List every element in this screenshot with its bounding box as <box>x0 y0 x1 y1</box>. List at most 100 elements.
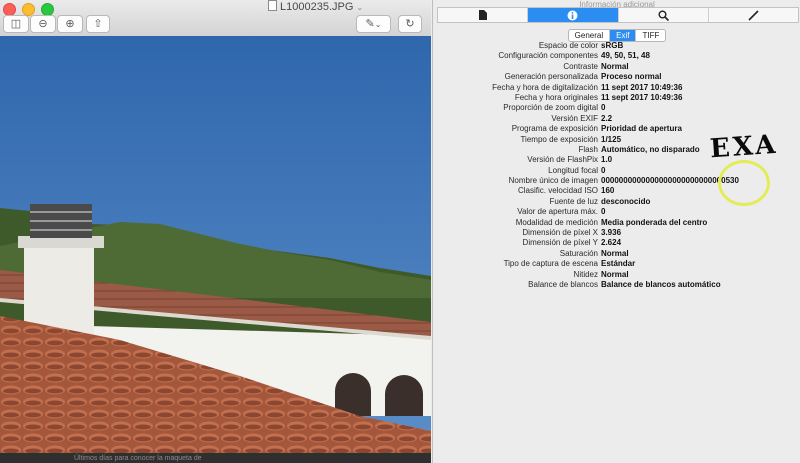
exif-value[interactable]: Estándar <box>601 259 635 269</box>
highlight-circle <box>718 160 770 206</box>
exif-row: Balance de blancos Balance de blancos aut… <box>433 280 800 290</box>
exif-label: Fecha y hora de digitalización <box>492 82 598 92</box>
zoom-in-button[interactable]: ⊕ <box>57 15 83 33</box>
segment-general[interactable]: General <box>569 30 611 41</box>
tab-keywords[interactable] <box>619 8 709 22</box>
rotate-button[interactable]: ↻ <box>398 15 422 33</box>
document-icon <box>268 0 277 11</box>
exif-label: Proporción de zoom digital <box>503 103 598 113</box>
zoom-out-button[interactable]: ⊖ <box>30 15 56 33</box>
exif-value[interactable]: 0 <box>601 207 605 217</box>
exif-value[interactable]: Proceso normal <box>601 72 661 82</box>
exif-value[interactable]: 49, 50, 51, 48 <box>601 51 650 61</box>
chevron-down-icon: ⌄ <box>374 20 382 29</box>
share-button[interactable]: ⇧ <box>86 15 110 33</box>
exif-row: Configuración componentes 49, 50, 51, 48 <box>433 51 800 61</box>
inspector-tabs <box>437 7 799 23</box>
exif-value[interactable]: 11 sept 2017 10:49:36 <box>601 83 682 93</box>
exif-value[interactable]: Media ponderada del centro <box>601 218 707 228</box>
exif-value[interactable]: 2.2 <box>601 114 612 124</box>
exif-label: Generación personalizada <box>504 72 598 82</box>
exif-value[interactable]: Normal <box>601 249 629 259</box>
exif-value[interactable]: Normal <box>601 62 629 72</box>
info-icon <box>567 10 578 20</box>
tab-more-info[interactable] <box>528 8 619 22</box>
exif-label: Flash <box>578 144 598 154</box>
document-title[interactable]: L1000235.JPG ⌄ <box>268 0 363 13</box>
exif-row: Fecha y hora originales 11 sept 2017 10:4… <box>433 93 800 103</box>
exif-row: Versión EXIF 2.2 <box>433 114 800 124</box>
exif-label: Dimensión de píxel Y <box>522 238 598 248</box>
exif-label: Longitud focal <box>548 165 598 175</box>
sidebar-icon: ◫ <box>10 18 22 30</box>
zoom-in-icon: ⊕ <box>65 18 75 30</box>
exif-label: Fecha y hora originales <box>514 92 598 102</box>
exif-value[interactable]: Automático, no disparado <box>601 145 700 155</box>
exif-label: Modalidad de medición <box>515 217 598 227</box>
exif-row: Generación personalizada Proceso normal <box>433 72 800 82</box>
exif-value[interactable]: desconocido <box>601 197 650 207</box>
exif-row: Saturación Normal <box>433 249 800 259</box>
chevron-down-icon: ⌄ <box>356 3 364 12</box>
exif-value[interactable]: 2.624 <box>601 238 621 248</box>
exif-row: Modalidad de medición Media ponderada del… <box>433 218 800 228</box>
exif-label: Tipo de captura de escena <box>503 259 598 269</box>
arched-window <box>385 375 423 416</box>
exif-row: Tipo de captura de escena Estándar <box>433 259 800 269</box>
exif-row: Proporción de zoom digital 0 <box>433 103 800 113</box>
exif-label: Programa de exposición <box>511 124 598 134</box>
exif-value[interactable]: Balance de blancos automático <box>601 280 721 290</box>
exif-label: Tiempo de exposición <box>520 134 598 144</box>
exif-label: Saturación <box>559 248 598 258</box>
exif-value[interactable]: 0 <box>601 103 605 113</box>
rotate-icon: ↻ <box>405 18 415 30</box>
zoom-out-icon: ⊖ <box>38 18 48 30</box>
exif-row: Fecha y hora de digitalización 11 sept 20… <box>433 83 800 93</box>
exif-label: Espacio de color <box>538 41 598 50</box>
pen-icon: ✎ <box>365 18 375 30</box>
search-icon <box>658 10 669 21</box>
exif-row: Valor de apertura máx. 0 <box>433 207 800 217</box>
exif-value[interactable]: Prioridad de apertura <box>601 124 682 134</box>
document-title-text: L1000235.JPG <box>280 1 354 13</box>
tab-annotations[interactable] <box>709 8 798 22</box>
photo <box>0 36 431 453</box>
exif-label: Balance de blancos <box>528 279 598 289</box>
share-icon: ⇧ <box>93 18 103 30</box>
exif-value[interactable]: 0 <box>601 166 605 176</box>
exif-label: Clasific. velocidad ISO <box>517 186 598 196</box>
exif-label: Contraste <box>563 61 598 71</box>
exif-label: Configuración componentes <box>498 51 598 61</box>
exif-value[interactable]: sRGB <box>601 41 623 51</box>
tab-general-info[interactable] <box>438 8 529 22</box>
exif-label: Versión EXIF <box>551 113 598 123</box>
exif-label: Versión de FlashPix <box>527 155 598 165</box>
exif-label: Fuente de luz <box>549 196 598 206</box>
document-icon <box>478 10 487 20</box>
inspector-panel: Información adicional General Exif TIFF … <box>432 0 800 463</box>
segment-exif[interactable]: Exif <box>610 30 637 41</box>
exif-row: Nitidez Normal <box>433 270 800 280</box>
exif-value[interactable]: 1.0 <box>601 155 612 165</box>
toolbar: L1000235.JPG ⌄ ◫ ⊖ ⊕ ⇧ ✎⌄ ↻ <box>0 0 431 37</box>
exif-label: Nitidez <box>573 269 598 279</box>
segment-tiff[interactable]: TIFF <box>636 30 665 41</box>
preview-bottom-bar <box>0 453 431 463</box>
exif-label: Nombre único de imagen <box>508 176 598 186</box>
exif-value[interactable]: 11 sept 2017 10:49:36 <box>601 93 682 103</box>
exif-label: Valor de apertura máx. <box>517 207 598 217</box>
exif-value[interactable]: 160 <box>601 186 614 196</box>
markup-button[interactable]: ✎⌄ <box>356 15 391 33</box>
exif-value[interactable]: 3.936 <box>601 228 621 238</box>
preview-window: L1000235.JPG ⌄ ◫ ⊖ ⊕ ⇧ ✎⌄ ↻ Últimos días… <box>0 0 431 463</box>
exif-row: Espacio de color sRGB <box>433 41 800 51</box>
exif-label: Dimensión de píxel X <box>522 228 598 238</box>
segmented-control: General Exif TIFF <box>433 25 800 42</box>
footer-text: Últimos días para conocer la maqueta de <box>74 455 202 462</box>
pen-icon <box>748 9 759 21</box>
exif-value[interactable]: Normal <box>601 270 629 280</box>
exif-value[interactable]: 1/125 <box>601 135 621 145</box>
sidebar-toggle-button[interactable]: ◫ <box>3 15 29 33</box>
exif-row: Contraste Normal <box>433 62 800 72</box>
exif-row: Dimensión de píxel Y 2.624 <box>433 238 800 248</box>
